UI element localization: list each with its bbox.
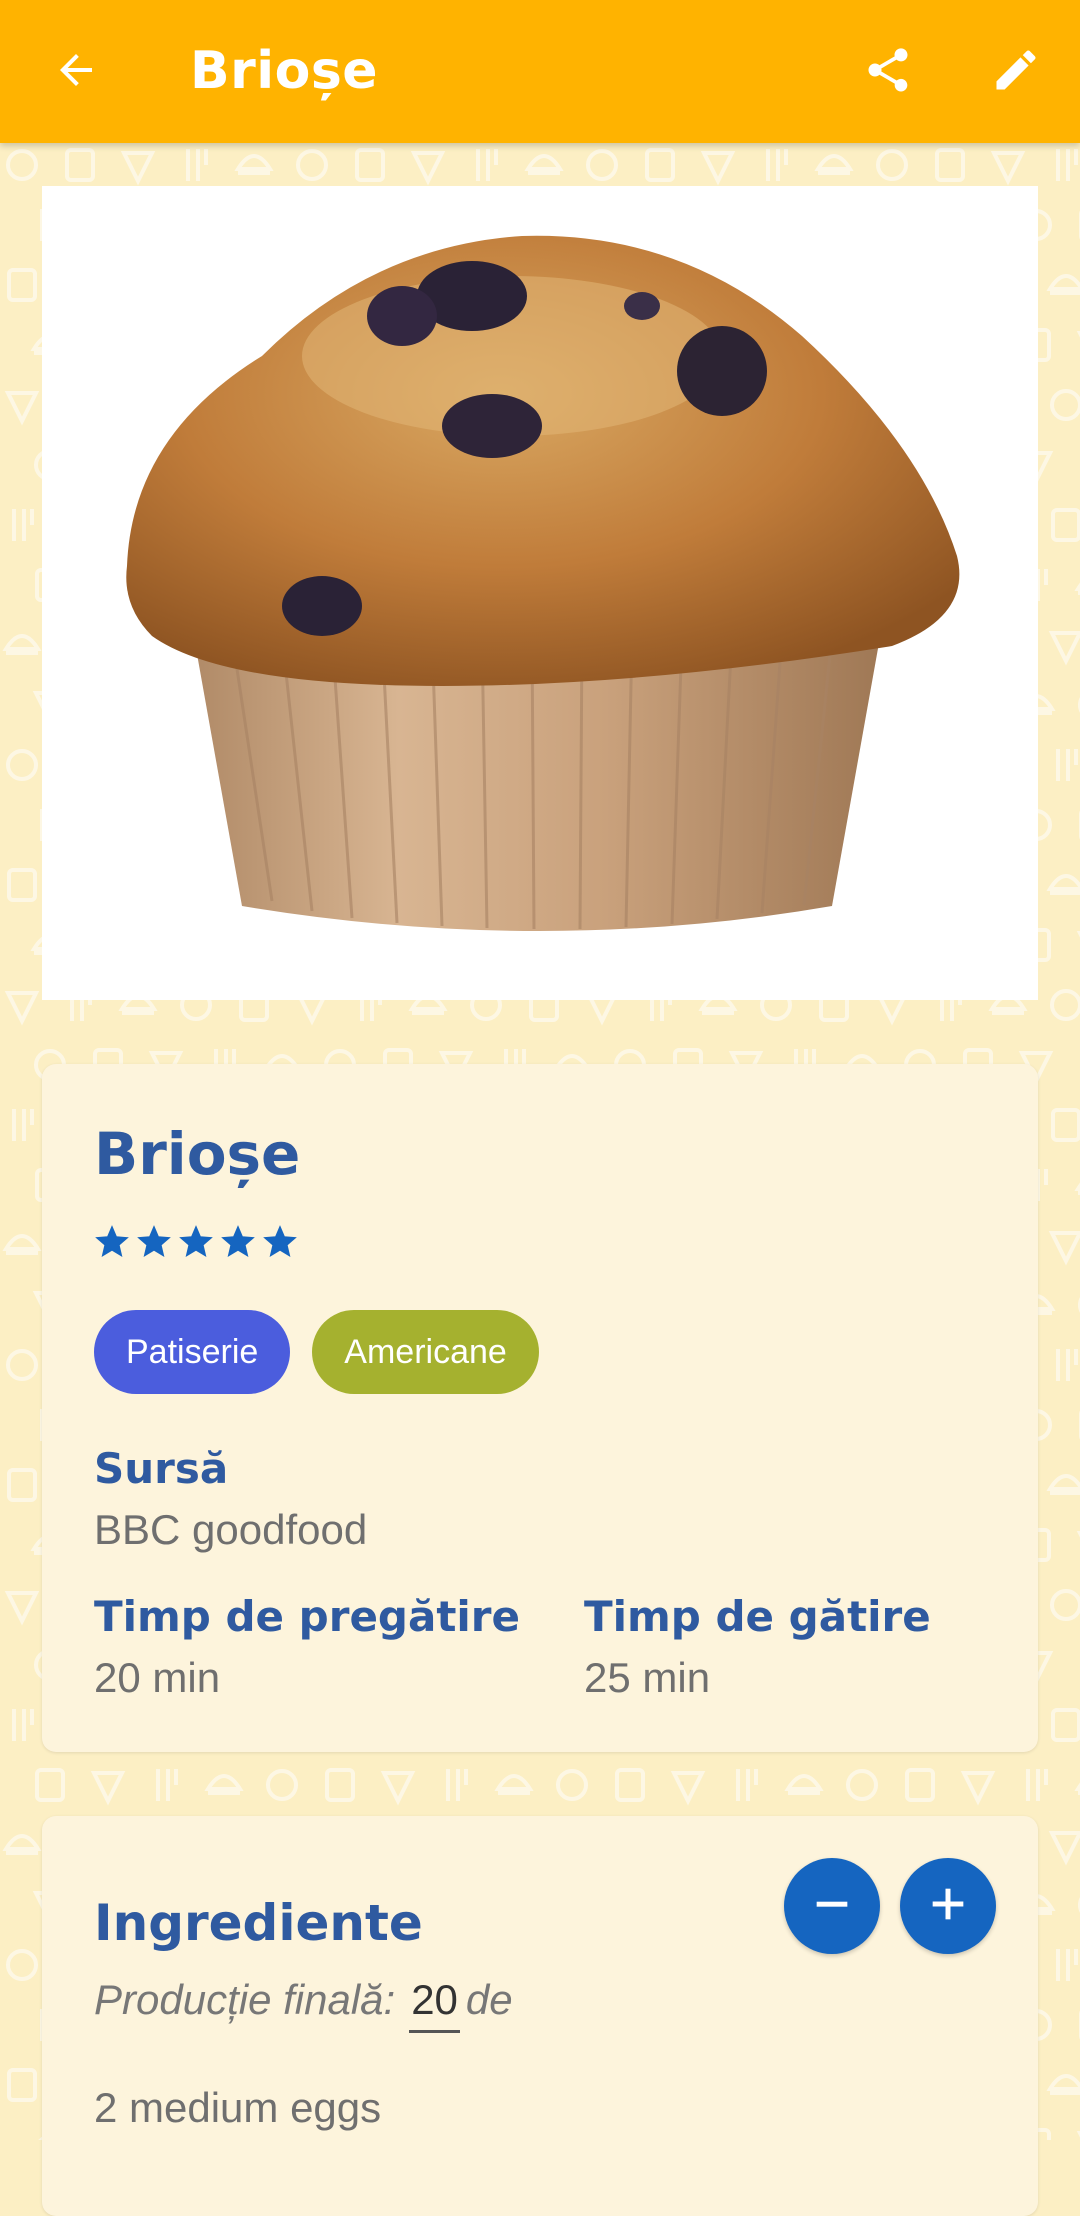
yield-label: Producție finală: xyxy=(94,1976,396,2023)
cook-time-label: Timp de gătire xyxy=(584,1592,931,1641)
increase-yield-button[interactable] xyxy=(900,1858,996,1954)
ingredients-card: Ingrediente Producție finală: 20 de 2 medi… xyxy=(42,1816,1038,2216)
prep-time-value: 20 min xyxy=(94,1654,221,1701)
yield-row: Producție finală: 20 de xyxy=(94,1976,513,2033)
star-icon[interactable] xyxy=(94,1224,130,1260)
yield-input[interactable]: 20 xyxy=(409,1976,460,2033)
muffin-image xyxy=(126,235,960,931)
plus-icon xyxy=(925,1881,971,1932)
recipe-title: Brioșe xyxy=(94,1120,301,1188)
prep-time-label: Timp de pregătire xyxy=(94,1592,521,1641)
cook-time-value: 25 min xyxy=(584,1654,711,1701)
star-icon[interactable] xyxy=(262,1224,298,1260)
tag-chips: Patiserie Americane xyxy=(94,1310,539,1394)
share-icon xyxy=(862,44,914,101)
app-bar: Brioșe xyxy=(0,0,1080,143)
star-icon[interactable] xyxy=(220,1224,256,1260)
ingredients-title: Ingrediente xyxy=(94,1894,423,1952)
recipe-info-card: Brioșe Patiserie Americane Sursă BBC good… xyxy=(42,1064,1038,1752)
back-button[interactable] xyxy=(36,32,116,112)
edit-button[interactable] xyxy=(976,32,1056,112)
star-icon[interactable] xyxy=(136,1224,172,1260)
star-icon[interactable] xyxy=(178,1224,214,1260)
share-button[interactable] xyxy=(848,32,928,112)
yield-suffix: de xyxy=(465,1976,513,2023)
minus-icon xyxy=(809,1881,855,1932)
tag-chip[interactable]: Americane xyxy=(312,1310,539,1394)
rating-stars[interactable] xyxy=(94,1224,298,1260)
ingredient-item: 2 medium eggs xyxy=(94,2084,382,2131)
source-value: BBC goodfood xyxy=(94,1506,368,1553)
app-bar-title: Brioșe xyxy=(190,41,379,101)
tag-chip[interactable]: Patiserie xyxy=(94,1310,291,1394)
edit-pencil-icon xyxy=(990,44,1042,101)
arrow-back-icon xyxy=(52,46,100,99)
recipe-photo[interactable] xyxy=(42,186,1038,1000)
source-label: Sursă xyxy=(94,1444,229,1493)
decrease-yield-button[interactable] xyxy=(784,1858,880,1954)
